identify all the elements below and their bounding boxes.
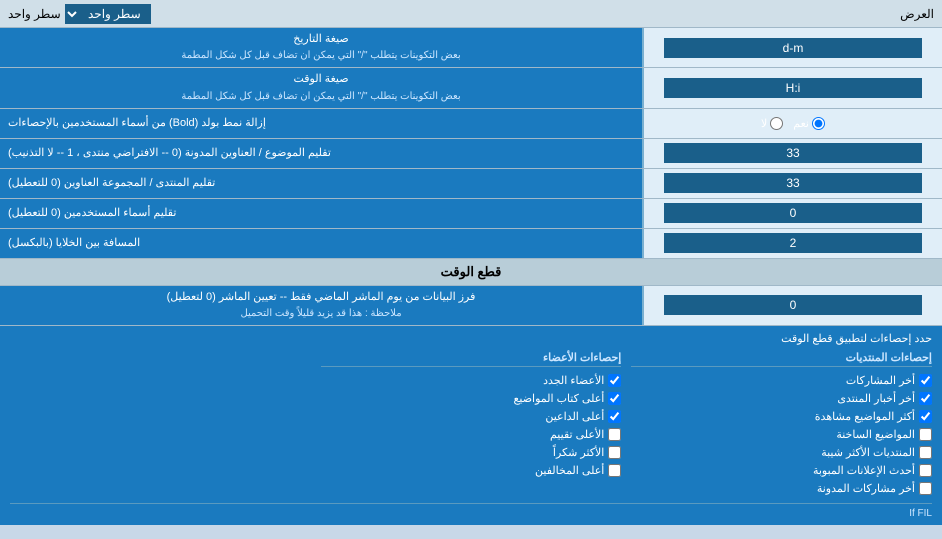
checkbox-top-violators-input[interactable]	[608, 464, 621, 477]
main-container: العرض سطر واحدسطرانثلاثة أسطر سطر واحد ص…	[0, 0, 942, 525]
checkbox-top-writers-input[interactable]	[608, 392, 621, 405]
bold-radio-group: نعم لا	[761, 117, 825, 130]
checkbox-hot-topics-label: المواضيع الساخنة	[836, 428, 915, 441]
realtime-input-area	[642, 286, 942, 325]
radio-yes-input[interactable]	[812, 117, 825, 130]
forum-group-row: تقليم المنتدى / المجموعة العناوين (0 للت…	[0, 169, 942, 199]
checkbox-latest-posts-label: أخر المشاركات	[846, 374, 915, 387]
topic-subject-row: تقليم الموضوع / العناوين المدونة (0 -- ا…	[0, 139, 942, 169]
checkbox-new-members-input[interactable]	[608, 374, 621, 387]
header-label: العرض	[900, 7, 934, 21]
checkbox-blog-posts-input[interactable]	[919, 482, 932, 495]
forum-group-input[interactable]	[664, 173, 921, 193]
bold-remove-input-area: نعم لا	[642, 109, 942, 138]
radio-no-input[interactable]	[770, 117, 783, 130]
realtime-row: فرز البيانات من يوم الماشر الماضي فقط --…	[0, 286, 942, 326]
forum-group-input-area	[642, 169, 942, 198]
checkbox-new-members: الأعضاء الجدد	[321, 374, 622, 387]
date-format-input[interactable]	[664, 38, 921, 58]
checkbox-col-members: إحصاءات الأعضاء الأعضاء الجدد أعلى كتاب …	[321, 351, 622, 495]
date-format-row: صيغة التاريخ بعض التكوينات يتطلب "/" الت…	[0, 28, 942, 68]
checkbox-forum-news: أخر أخبار المنتدى	[631, 392, 932, 405]
topic-subject-input-area	[642, 139, 942, 168]
checkbox-col-forums: إحصاءات المنتديات أخر المشاركات أخر أخبا…	[631, 351, 932, 495]
checkbox-top-inviters-label: أعلى الداعين	[545, 410, 604, 423]
checkbox-most-thanks: الأكثر شكراً	[321, 446, 622, 459]
dropdown-area: سطر واحدسطرانثلاثة أسطر سطر واحد	[8, 4, 151, 24]
checkbox-top-violators-label: أعلى المخالفين	[535, 464, 604, 477]
checkbox-new-members-label: الأعضاء الجدد	[543, 374, 604, 387]
checkbox-top-rated-input[interactable]	[608, 428, 621, 441]
date-format-label: صيغة التاريخ بعض التكوينات يتطلب "/" الت…	[0, 28, 642, 67]
checkboxes-grid: إحصاءات المنتديات أخر المشاركات أخر أخبا…	[10, 351, 932, 495]
checkbox-col-empty	[10, 351, 311, 495]
checkbox-top-violators: أعلى المخالفين	[321, 464, 622, 477]
checkbox-latest-ads-label: أحدث الإعلانات المبوبة	[813, 464, 915, 477]
cell-space-input[interactable]	[664, 233, 921, 253]
topic-subject-input[interactable]	[664, 143, 921, 163]
checkbox-most-thanks-input[interactable]	[608, 446, 621, 459]
display-mode-dropdown[interactable]: سطر واحدسطرانثلاثة أسطر	[65, 4, 151, 24]
checkbox-most-viewed: أكثر المواضيع مشاهدة	[631, 410, 932, 423]
checkbox-most-thanks-label: الأكثر شكراً	[553, 446, 604, 459]
bold-remove-row: نعم لا إزالة نمط بولد (Bold) من أسماء ال…	[0, 109, 942, 139]
realtime-input[interactable]	[664, 295, 921, 315]
checkbox-hot-topics-input[interactable]	[919, 428, 932, 441]
checkboxes-header: حدد إحصاءات لتطبيق قطع الوقت	[10, 332, 932, 345]
checkbox-latest-ads: أحدث الإعلانات المبوبة	[631, 464, 932, 477]
checkbox-forum-news-label: أخر أخبار المنتدى	[837, 392, 915, 405]
checkbox-blog-posts-label: أخر مشاركات المدونة	[817, 482, 915, 495]
checkbox-popular-forums: المنتديات الأكثر شيبة	[631, 446, 932, 459]
checkboxes-section: حدد إحصاءات لتطبيق قطع الوقت إحصاءات الم…	[0, 326, 942, 525]
cell-space-input-area	[642, 229, 942, 258]
checkbox-top-inviters: أعلى الداعين	[321, 410, 622, 423]
header-row: العرض سطر واحدسطرانثلاثة أسطر سطر واحد	[0, 0, 942, 28]
dropdown-label: سطر واحد	[8, 7, 61, 21]
topic-subject-label: تقليم الموضوع / العناوين المدونة (0 -- ا…	[0, 139, 642, 168]
checkbox-popular-forums-label: المنتديات الأكثر شيبة	[821, 446, 915, 459]
checkbox-latest-posts: أخر المشاركات	[631, 374, 932, 387]
time-format-input[interactable]	[664, 78, 921, 98]
user-names-label: تقليم أسماء المستخدمين (0 للتعطيل)	[0, 199, 642, 228]
date-format-input-area	[642, 28, 942, 67]
checkbox-top-rated: الأعلى تقييم	[321, 428, 622, 441]
bottom-note: If FIL	[10, 503, 932, 519]
checkbox-top-inviters-input[interactable]	[608, 410, 621, 423]
checkbox-most-viewed-label: أكثر المواضيع مشاهدة	[815, 410, 915, 423]
radio-yes-label: نعم	[793, 117, 809, 130]
realtime-label: فرز البيانات من يوم الماشر الماضي فقط --…	[0, 286, 642, 325]
col-forums-header: إحصاءات المنتديات	[631, 351, 932, 367]
checkbox-latest-ads-input[interactable]	[919, 464, 932, 477]
radio-yes: نعم	[793, 117, 825, 130]
checkbox-top-rated-label: الأعلى تقييم	[550, 428, 604, 441]
cell-space-label: المسافة بين الخلايا (بالبكسل)	[0, 229, 642, 258]
checkbox-top-writers: أعلى كتاب المواضيع	[321, 392, 622, 405]
time-format-label: صيغة الوقت بعض التكوينات يتطلب "/" التي …	[0, 68, 642, 107]
radio-no-label: لا	[761, 117, 767, 130]
user-names-row: تقليم أسماء المستخدمين (0 للتعطيل)	[0, 199, 942, 229]
radio-no: لا	[761, 117, 783, 130]
time-format-input-area	[642, 68, 942, 107]
user-names-input[interactable]	[664, 203, 921, 223]
forum-group-label: تقليم المنتدى / المجموعة العناوين (0 للت…	[0, 169, 642, 198]
time-format-row: صيغة الوقت بعض التكوينات يتطلب "/" التي …	[0, 68, 942, 108]
cell-space-row: المسافة بين الخلايا (بالبكسل)	[0, 229, 942, 259]
bold-remove-label: إزالة نمط بولد (Bold) من أسماء المستخدمي…	[0, 109, 642, 138]
checkbox-forum-news-input[interactable]	[919, 392, 932, 405]
checkbox-latest-posts-input[interactable]	[919, 374, 932, 387]
checkbox-blog-posts: أخر مشاركات المدونة	[631, 482, 932, 495]
user-names-input-area	[642, 199, 942, 228]
checkbox-top-writers-label: أعلى كتاب المواضيع	[514, 392, 605, 405]
checkbox-hot-topics: المواضيع الساخنة	[631, 428, 932, 441]
col-members-header: إحصاءات الأعضاء	[321, 351, 622, 367]
checkbox-most-viewed-input[interactable]	[919, 410, 932, 423]
realtime-section-header: قطع الوقت	[0, 259, 942, 286]
checkbox-popular-forums-input[interactable]	[919, 446, 932, 459]
